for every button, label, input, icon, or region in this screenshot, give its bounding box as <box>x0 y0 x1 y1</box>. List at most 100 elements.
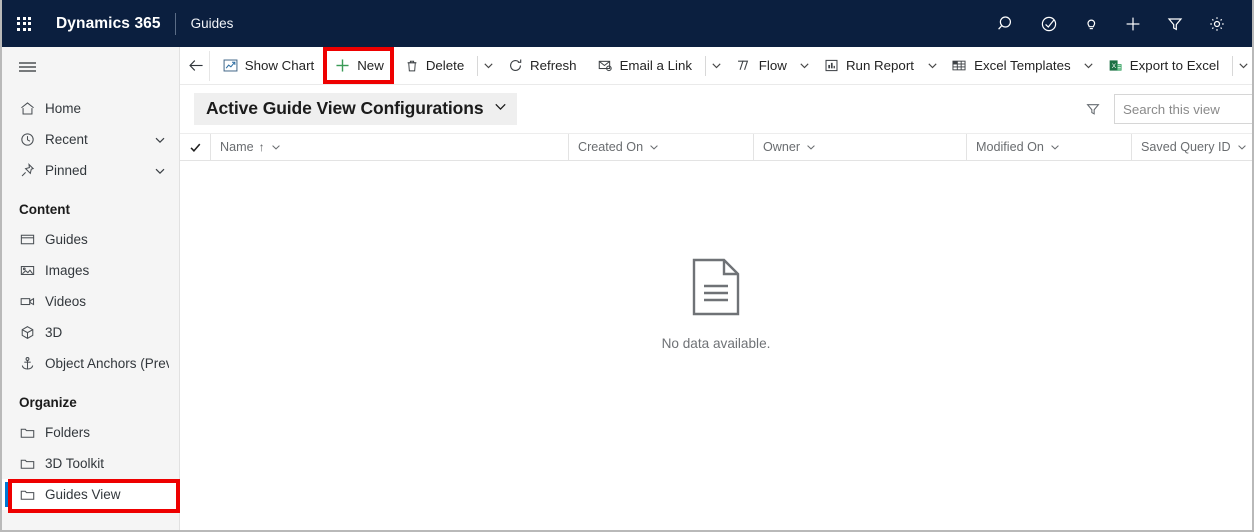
column-header-label: Modified On <box>976 140 1044 154</box>
sidebar-item-videos[interactable]: Videos <box>2 286 179 317</box>
empty-state-message: No data available. <box>661 336 771 351</box>
sidebar-item-label: Object Anchors (Prev... <box>45 356 169 371</box>
search-icon[interactable] <box>986 0 1028 47</box>
empty-state: No data available. <box>180 257 1252 351</box>
filter-funnel-icon[interactable] <box>1072 89 1114 129</box>
flow-icon <box>735 57 753 74</box>
folder-icon <box>19 486 45 503</box>
hamburger-icon[interactable] <box>2 47 179 87</box>
folder-icon <box>19 424 45 441</box>
command-bar: Show Chart New Delete Refresh Email a Li… <box>180 47 1252 85</box>
sidebar-item-label: Guides View <box>45 487 121 502</box>
sidebar-item-label: Pinned <box>45 163 88 178</box>
excel-templates-chevron-down-icon[interactable] <box>1081 47 1097 85</box>
sidebar-item-object-anchors[interactable]: Object Anchors (Prev... <box>2 348 179 379</box>
email-a-link-label: Email a Link <box>619 58 692 73</box>
search-input[interactable] <box>1115 95 1252 123</box>
command-bar-divider <box>1232 55 1233 76</box>
refresh-icon <box>507 57 524 74</box>
chevron-down-icon[interactable] <box>493 99 508 119</box>
export-to-excel-label: Export to Excel <box>1129 58 1220 73</box>
filter-funnel-icon[interactable] <box>1154 0 1196 47</box>
chevron-down-icon[interactable] <box>1049 141 1061 153</box>
column-header-owner[interactable]: Owner <box>753 134 966 160</box>
plus-icon <box>334 57 351 74</box>
chevron-down-icon[interactable] <box>270 141 282 153</box>
excel-templates-label: Excel Templates <box>974 58 1071 73</box>
left-sidebar: Home Recent Pinned Content Guides Images… <box>2 47 180 530</box>
refresh-button[interactable]: Refresh <box>497 47 587 85</box>
sidebar-item-guides-view[interactable]: Guides View <box>2 479 179 510</box>
email-overflow-chevron-down-icon[interactable] <box>709 47 725 85</box>
document-page-icon <box>689 257 743 322</box>
email-a-link-button[interactable]: Email a Link <box>587 47 702 85</box>
sidebar-item-guides[interactable]: Guides <box>2 224 179 255</box>
top-bar-actions <box>986 0 1252 47</box>
flow-chevron-down-icon[interactable] <box>797 47 813 85</box>
diagnostics-icon[interactable] <box>1028 0 1070 47</box>
sidebar-item-label: 3D <box>45 325 63 340</box>
lightbulb-icon[interactable] <box>1070 0 1112 47</box>
sidebar-item-pinned[interactable]: Pinned <box>2 155 179 186</box>
sidebar-item-recent[interactable]: Recent <box>2 124 179 155</box>
sidebar-item-label: 3D Toolkit <box>45 456 105 471</box>
trash-icon <box>404 58 420 74</box>
column-header-label: Created On <box>578 140 644 154</box>
select-all-checkmark-icon[interactable] <box>180 134 210 160</box>
video-camera-icon <box>19 293 45 310</box>
view-selector[interactable]: Active Guide View Configurations <box>194 93 517 125</box>
brand-title[interactable]: Dynamics 365 <box>46 15 175 33</box>
column-header-modified-on[interactable]: Modified On <box>966 134 1131 160</box>
quick-create-plus-icon[interactable] <box>1112 0 1154 47</box>
sidebar-item-3d[interactable]: 3D <box>2 317 179 348</box>
chevron-down-icon[interactable] <box>153 133 169 147</box>
chart-icon <box>222 57 239 74</box>
app-window: Dynamics 365 Guides Home Recent Pinned C… <box>0 0 1254 532</box>
sidebar-item-label: Recent <box>45 132 88 147</box>
run-report-button[interactable]: Run Report <box>813 47 924 85</box>
excel-templates-button[interactable]: Excel Templates <box>940 47 1081 85</box>
export-to-excel-button[interactable]: X Export to Excel <box>1097 47 1229 85</box>
column-header-name[interactable]: Name ↑ <box>210 134 568 160</box>
arrow-left-icon[interactable] <box>186 47 207 85</box>
view-header-row: Active Guide View Configurations <box>180 85 1252 133</box>
sidebar-item-label: Home <box>45 101 82 116</box>
gear-icon[interactable] <box>1196 0 1238 47</box>
column-header-saved-query-id[interactable]: Saved Query ID <box>1131 134 1252 160</box>
search-this-view-box[interactable] <box>1114 94 1252 124</box>
sort-ascending-icon[interactable]: ↑ <box>259 140 265 154</box>
delete-label: Delete <box>425 58 465 73</box>
flow-button[interactable]: Flow <box>725 47 797 85</box>
sidebar-item-label: Videos <box>45 294 87 309</box>
sidebar-item-3d-toolkit[interactable]: 3D Toolkit <box>2 448 179 479</box>
app-name-label[interactable]: Guides <box>176 16 234 31</box>
column-header-created-on[interactable]: Created On <box>568 134 753 160</box>
app-launcher-waffle-icon[interactable] <box>2 0 46 47</box>
new-button[interactable]: New <box>324 47 394 85</box>
home-icon <box>19 100 45 117</box>
chevron-down-icon[interactable] <box>648 141 660 153</box>
sidebar-item-label: Images <box>45 263 90 278</box>
command-bar-overflow-chevron-down-icon[interactable] <box>1236 47 1252 85</box>
run-report-chevron-down-icon[interactable] <box>924 47 940 85</box>
grid-header: Name ↑ Created On Owner Modified On Save… <box>180 133 1252 161</box>
chevron-down-icon[interactable] <box>1236 141 1248 153</box>
sidebar-item-home[interactable]: Home <box>2 93 179 124</box>
email-link-icon <box>597 57 614 74</box>
show-chart-button[interactable]: Show Chart <box>212 47 324 85</box>
delete-button[interactable]: Delete <box>394 47 474 85</box>
run-report-label: Run Report <box>845 58 914 73</box>
view-selector-label: Active Guide View Configurations <box>206 98 484 118</box>
sidebar-item-folders[interactable]: Folders <box>2 417 179 448</box>
chevron-down-icon[interactable] <box>153 164 169 178</box>
chevron-down-icon[interactable] <box>805 141 817 153</box>
sidebar-item-label: Guides <box>45 232 88 247</box>
delete-overflow-chevron-down-icon[interactable] <box>481 47 497 85</box>
sidebar-item-images[interactable]: Images <box>2 255 179 286</box>
command-bar-divider <box>209 50 210 81</box>
run-report-icon <box>823 57 840 74</box>
clock-icon <box>19 131 45 148</box>
command-bar-divider <box>705 55 706 76</box>
sidebar-item-label: Folders <box>45 425 91 440</box>
pin-icon <box>19 162 45 179</box>
